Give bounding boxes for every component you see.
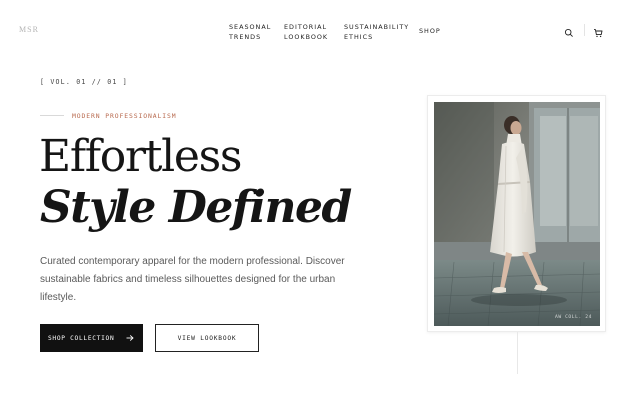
shop-collection-button[interactable]: SHOP COLLECTION: [40, 324, 143, 352]
nav-item-editorial-lookbook[interactable]: EDITORIAL LOOKBOOK: [284, 22, 328, 42]
nav-label-line: SUSTAINABILITY: [344, 23, 410, 31]
nav-label-line: TRENDS: [229, 33, 262, 41]
nav-label-line: SEASONAL: [229, 23, 272, 31]
decorative-vertical-line: [517, 332, 518, 374]
search-icon[interactable]: [564, 25, 574, 37]
eyebrow-divider: [40, 115, 64, 116]
issue-label: [ VOL. 01 // 01 ]: [40, 78, 128, 86]
model-photo-illustration: [434, 102, 600, 326]
arrow-right-icon: [126, 335, 134, 341]
nav-label-line: EDITORIAL: [284, 23, 328, 31]
view-lookbook-button[interactable]: VIEW LOOKBOOK: [155, 324, 259, 352]
hero-photo: AW COLL. 24: [434, 102, 600, 326]
nav-item-sustainability-ethics[interactable]: SUSTAINABILITY ETHICS: [344, 22, 409, 42]
nav-label-line: SHOP: [419, 27, 441, 35]
hero-photo-card: AW COLL. 24: [427, 95, 606, 332]
hero-description: Curated contemporary apparel for the mod…: [40, 256, 345, 303]
eyebrow-text: MODERN PROFESSIONALISM: [72, 112, 177, 120]
nav-item-seasonal-trends[interactable]: SEASONAL TRENDS: [229, 22, 271, 42]
shop-collection-label: SHOP COLLECTION: [48, 334, 115, 342]
headline-line-1: Effortless: [39, 131, 242, 182]
headline-line-2: Style Defined: [40, 182, 352, 233]
nav-item-shop[interactable]: SHOP: [419, 26, 441, 36]
cart-icon[interactable]: [593, 25, 603, 38]
nav-label-line: ETHICS: [344, 33, 374, 41]
header-divider: [584, 24, 585, 36]
nav-label-line: LOOKBOOK: [284, 33, 329, 41]
brand-logo[interactable]: MSR: [19, 25, 39, 34]
view-lookbook-label: VIEW LOOKBOOK: [177, 334, 237, 342]
photo-caption: AW COLL. 24: [554, 315, 592, 320]
